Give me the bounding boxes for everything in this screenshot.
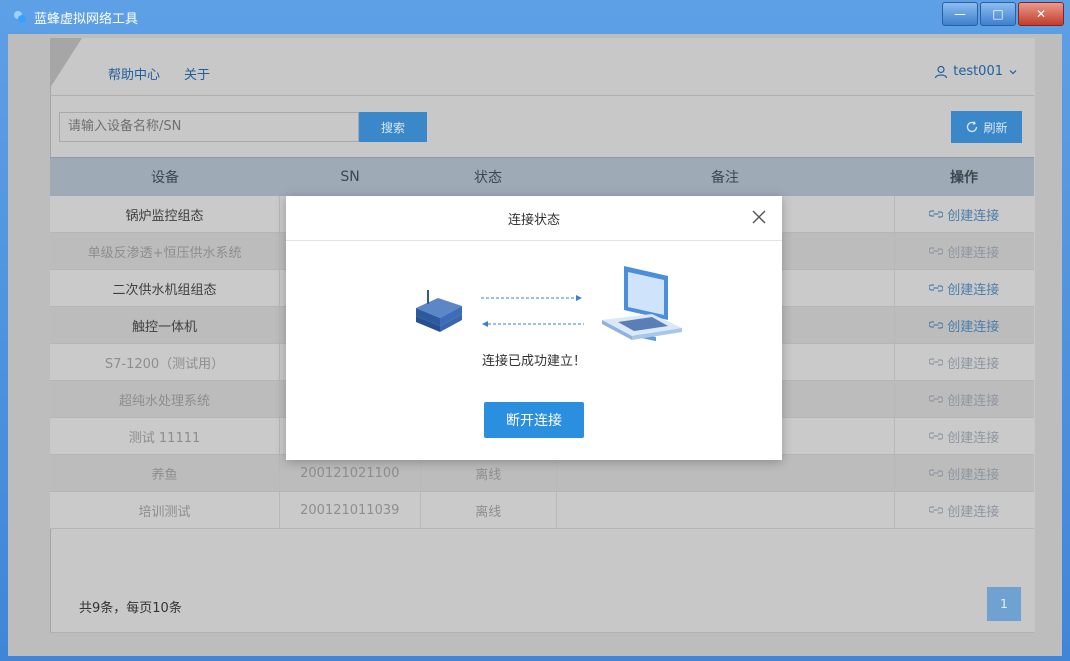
arrows-icon xyxy=(481,295,584,327)
link-icon xyxy=(929,210,944,218)
link-icon xyxy=(929,284,944,292)
create-connection-label: 创建连接 xyxy=(947,430,1000,446)
action-cell: 创建连接 xyxy=(895,307,1034,343)
link-icon xyxy=(929,321,944,329)
close-icon[interactable] xyxy=(750,208,768,226)
sn-cell: 200121011039 xyxy=(280,492,421,528)
search-button[interactable]: 搜索 xyxy=(359,112,427,142)
create-connection-label: 创建连接 xyxy=(947,245,1000,261)
create-connection-label: 创建连接 xyxy=(947,393,1000,409)
connection-illustration xyxy=(416,266,682,342)
note-cell xyxy=(557,455,895,491)
link-icon xyxy=(929,247,944,255)
page-1-button[interactable]: 1 xyxy=(987,587,1021,621)
device-cell: S7-1200（测试用） xyxy=(50,344,281,380)
connection-status-dialog: 连接状态 连接已成功建立！ 断开连接 xyxy=(286,196,782,460)
device-cell: 锅炉监控组态 xyxy=(50,196,281,232)
create-connection-link[interactable]: 创建连接 xyxy=(929,279,999,298)
window-title: 蓝蜂虚拟网络工具 xyxy=(34,12,139,27)
action-cell: 创建连接 xyxy=(895,233,1034,269)
action-cell: 创建连接 xyxy=(895,492,1034,528)
link-icon xyxy=(929,395,944,403)
status-cell: 离线 xyxy=(421,455,557,491)
action-cell: 创建连接 xyxy=(895,270,1034,306)
user-menu[interactable]: test001 xyxy=(934,64,1018,79)
table-row: 培训测试 200121011039 离线 创建连接 xyxy=(50,492,1034,529)
dialog-header: 连接状态 xyxy=(286,196,782,241)
laptop-icon xyxy=(602,266,682,342)
create-connection-label: 创建连接 xyxy=(947,208,1000,224)
nav-divider xyxy=(50,95,1034,96)
action-cell: 创建连接 xyxy=(895,196,1034,232)
create-connection-link[interactable]: 创建连接 xyxy=(929,427,999,446)
maximize-button[interactable]: □ xyxy=(980,2,1016,26)
disconnect-button[interactable]: 断开连接 xyxy=(484,402,584,438)
header-device: 设备 xyxy=(151,170,179,186)
create-connection-label: 创建连接 xyxy=(947,504,1000,520)
link-icon xyxy=(929,432,944,440)
router-icon xyxy=(416,290,462,332)
device-cell: 二次供水机组组态 xyxy=(50,270,281,306)
device-cell: 测试 11111 xyxy=(50,418,281,454)
device-cell: 培训测试 xyxy=(50,492,281,528)
status-cell: 离线 xyxy=(421,492,557,528)
device-cell: 单级反渗透+恒压供水系统 xyxy=(50,233,281,269)
link-icon xyxy=(929,469,944,477)
minimize-button[interactable]: — xyxy=(942,2,978,26)
create-connection-label: 创建连接 xyxy=(947,467,1000,483)
app-logo-icon xyxy=(14,11,26,23)
nav-help-center[interactable]: 帮助中心 xyxy=(108,64,160,83)
header-action: 操作 xyxy=(950,170,978,186)
create-connection-label: 创建连接 xyxy=(947,319,1000,335)
create-connection-link[interactable]: 创建连接 xyxy=(929,390,999,409)
link-icon xyxy=(929,506,944,514)
user-icon xyxy=(935,65,948,78)
refresh-label: 刷新 xyxy=(983,120,1008,135)
create-connection-link[interactable]: 创建连接 xyxy=(929,242,999,261)
panel-corner xyxy=(50,38,82,88)
device-cell: 触控一体机 xyxy=(50,307,281,343)
title-bar: 蓝蜂虚拟网络工具 — □ ✕ xyxy=(0,0,1070,34)
link-icon xyxy=(929,358,944,366)
table-row: 养鱼 200121021100 离线 创建连接 xyxy=(50,455,1034,492)
table-header: 设备 SN 状态 备注 操作 xyxy=(50,157,1034,196)
create-connection-link[interactable]: 创建连接 xyxy=(929,353,999,372)
chevron-down-icon xyxy=(1009,69,1017,74)
create-connection-link[interactable]: 创建连接 xyxy=(929,316,999,335)
refresh-icon xyxy=(967,121,978,133)
create-connection-link[interactable]: 创建连接 xyxy=(929,501,999,520)
dialog-title: 连接状态 xyxy=(507,212,560,228)
create-connection-label: 创建连接 xyxy=(947,356,1000,372)
header-note: 备注 xyxy=(711,170,739,186)
nav-about[interactable]: 关于 xyxy=(184,64,210,83)
action-cell: 创建连接 xyxy=(895,455,1034,491)
connection-success-message: 连接已成功建立！ xyxy=(481,354,586,369)
action-cell: 创建连接 xyxy=(895,344,1034,380)
note-cell xyxy=(557,492,895,528)
header-status: 状态 xyxy=(474,170,502,186)
close-button[interactable]: ✕ xyxy=(1018,2,1064,26)
pagination-summary: 共9条，每页10条 xyxy=(79,601,182,616)
action-cell: 创建连接 xyxy=(895,418,1034,454)
device-cell: 养鱼 xyxy=(50,455,281,491)
username: test001 xyxy=(953,64,1003,79)
create-connection-link[interactable]: 创建连接 xyxy=(929,464,999,483)
sn-cell: 200121021100 xyxy=(280,455,421,491)
top-nav: 帮助中心 关于 xyxy=(108,64,210,83)
window-controls: — □ ✕ xyxy=(942,2,1064,26)
device-cell: 超纯水处理系统 xyxy=(50,381,281,417)
search-input[interactable]: 请输入设备名称/SN xyxy=(59,112,359,142)
refresh-button[interactable]: 刷新 xyxy=(951,111,1022,143)
action-cell: 创建连接 xyxy=(895,381,1034,417)
create-connection-label: 创建连接 xyxy=(947,282,1000,298)
app-window: 蓝蜂虚拟网络工具 — □ ✕ 帮助中心 关于 test001 请输入设备名称/S… xyxy=(0,0,1070,661)
bottom-divider xyxy=(50,632,1034,633)
create-connection-link[interactable]: 创建连接 xyxy=(929,205,999,224)
header-sn: SN xyxy=(340,169,360,185)
